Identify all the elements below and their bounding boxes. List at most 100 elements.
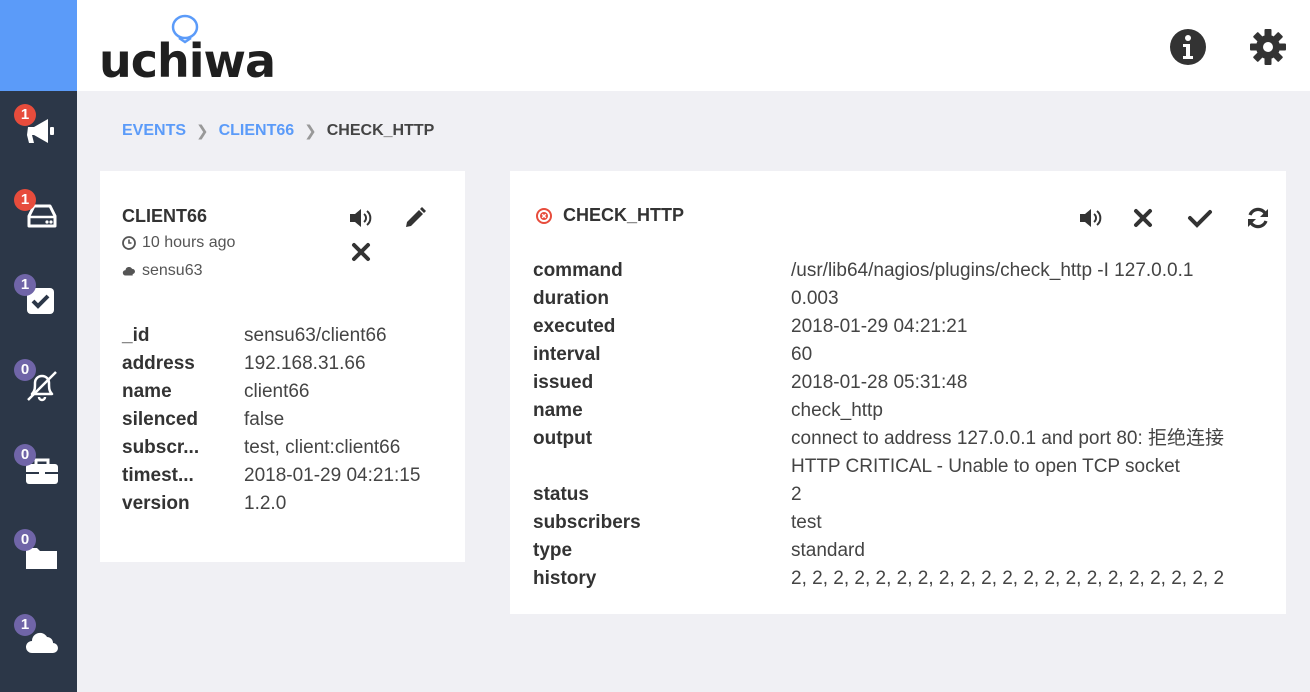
detail-value: check_http bbox=[791, 400, 883, 421]
datacenters-count-badge: 1 bbox=[14, 614, 36, 636]
client-title: CLIENT66 bbox=[122, 206, 208, 226]
breadcrumb-client-link[interactable]: CLIENT66 bbox=[219, 122, 295, 140]
detail-key: name bbox=[533, 400, 583, 421]
detail-key: duration bbox=[533, 288, 609, 309]
detail-key: version bbox=[122, 493, 190, 514]
detail-row: address 192.168.31.66 bbox=[122, 350, 420, 378]
detail-key: executed bbox=[533, 316, 616, 337]
silenced-count-badge: 0 bbox=[14, 359, 36, 381]
detail-key bbox=[533, 453, 791, 481]
delete-client-button[interactable] bbox=[348, 239, 374, 265]
detail-row: interval 60 bbox=[533, 341, 1224, 369]
detail-row: output connect to address 127.0.0.1 and p… bbox=[533, 425, 1224, 453]
cloud-icon bbox=[122, 266, 135, 276]
detail-key: silenced bbox=[122, 409, 199, 430]
datacenter-text: sensu63 bbox=[142, 262, 203, 279]
detail-row: name check_http bbox=[533, 397, 1224, 425]
detail-row: version 1.2.0 bbox=[122, 490, 420, 518]
gear-icon[interactable] bbox=[1249, 28, 1287, 66]
edit-client-button[interactable] bbox=[402, 205, 428, 231]
breadcrumb: EVENTS ❯ CLIENT66 ❯ CHECK_HTTP bbox=[122, 122, 434, 140]
detail-value: 192.168.31.66 bbox=[244, 353, 366, 374]
detail-value: connect to address 127.0.0.1 and port 80… bbox=[791, 428, 1225, 449]
top-header: uchiwa bbox=[77, 0, 1310, 91]
sidebar-item-datacenters[interactable]: 1 bbox=[0, 611, 77, 671]
detail-value: 2018-01-29 04:21:21 bbox=[791, 316, 968, 337]
detail-key: subscr... bbox=[122, 437, 200, 458]
detail-row: timest... 2018-01-29 04:21:15 bbox=[122, 462, 420, 490]
client-datacenter: sensu63 bbox=[122, 262, 203, 280]
detail-row: HTTP CRITICAL - Unable to open TCP socke… bbox=[533, 453, 1224, 481]
detail-key: name bbox=[122, 381, 172, 402]
detail-key: _id bbox=[122, 325, 150, 346]
chevron-right-icon: ❯ bbox=[196, 123, 209, 140]
detail-value: false bbox=[244, 409, 285, 430]
detail-key: history bbox=[533, 568, 597, 589]
detail-row: command/usr/lib64/nagios/plugins/check_h… bbox=[533, 257, 1224, 285]
events-count-badge: 1 bbox=[14, 104, 36, 126]
checks-count-badge: 1 bbox=[14, 274, 36, 296]
detail-row: duration 0.003 bbox=[533, 285, 1224, 313]
breadcrumb-events-link[interactable]: EVENTS bbox=[122, 122, 186, 140]
detail-row: history 2, 2, 2, 2, 2, 2, 2, 2, 2, 2, 2, … bbox=[533, 565, 1224, 593]
detail-value: /usr/lib64/nagios/plugins/check_http -I … bbox=[791, 260, 1194, 281]
detail-key: type bbox=[533, 540, 573, 561]
silence-check-button[interactable] bbox=[1078, 205, 1104, 231]
breadcrumb-current: CHECK_HTTP bbox=[326, 122, 435, 139]
sidebar-item-checks[interactable]: 1 bbox=[0, 271, 77, 331]
critical-status-icon bbox=[536, 207, 552, 224]
silence-client-button[interactable] bbox=[348, 205, 374, 231]
detail-value: sensu63/client66 bbox=[244, 325, 387, 346]
check-title: CHECK_HTTP bbox=[536, 205, 684, 226]
last-seen-text: 10 hours ago bbox=[142, 234, 236, 251]
aggregates-count-badge: 0 bbox=[14, 444, 36, 466]
delete-check-button[interactable] bbox=[1130, 205, 1156, 231]
checkmark-icon bbox=[1188, 210, 1212, 228]
volume-icon bbox=[1080, 209, 1102, 227]
detail-row: issued 2018-01-28 05:31:48 bbox=[533, 369, 1224, 397]
resolve-check-button[interactable] bbox=[1187, 205, 1213, 231]
detail-key: issued bbox=[533, 372, 594, 393]
detail-value: client66 bbox=[244, 381, 310, 402]
detail-key: timest... bbox=[122, 465, 194, 486]
detail-value: 1.2.0 bbox=[244, 493, 287, 514]
sidebar-item-silenced[interactable]: 0 bbox=[0, 356, 77, 416]
detail-row: type standard bbox=[533, 537, 1224, 565]
refresh-icon bbox=[1248, 207, 1268, 229]
detail-value: 2018-01-28 05:31:48 bbox=[791, 372, 968, 393]
clock-icon bbox=[122, 236, 136, 250]
clients-count-badge: 1 bbox=[14, 189, 36, 211]
check-card: CHECK_HTTP command/usr/lib64/nagios/plug… bbox=[510, 171, 1286, 614]
detail-value: standard bbox=[791, 540, 865, 561]
stashes-count-badge: 0 bbox=[14, 529, 36, 551]
detail-key: status bbox=[533, 484, 589, 505]
detail-row: silenced false bbox=[122, 406, 420, 434]
logo-text: uchiwa bbox=[99, 34, 276, 88]
detail-key: command bbox=[533, 260, 623, 281]
sidebar-header bbox=[0, 0, 77, 91]
detail-row: subscr... test, client:client66 bbox=[122, 434, 420, 462]
detail-value: 0.003 bbox=[791, 288, 839, 309]
detail-key: address bbox=[122, 353, 195, 374]
volume-icon bbox=[350, 209, 372, 227]
detail-value: test bbox=[791, 512, 822, 533]
detail-row: _id sensu63/client66 bbox=[122, 322, 420, 350]
rerun-check-button[interactable] bbox=[1245, 205, 1271, 231]
check-title-text: CHECK_HTTP bbox=[563, 205, 685, 225]
detail-value: 2, 2, 2, 2, 2, 2, 2, 2, 2, 2, 2, 2, 2, 2… bbox=[791, 568, 1225, 589]
detail-row: name client66 bbox=[122, 378, 420, 406]
sidebar-item-stashes[interactable]: 0 bbox=[0, 526, 77, 586]
detail-key: output bbox=[533, 428, 593, 449]
sidebar-item-clients[interactable]: 1 bbox=[0, 186, 77, 246]
sidebar-item-events[interactable]: 1 bbox=[0, 101, 77, 161]
detail-value: 2 bbox=[791, 484, 802, 505]
sidebar-item-aggregates[interactable]: 0 bbox=[0, 441, 77, 501]
detail-key: subscribers bbox=[533, 512, 641, 533]
check-details: command/usr/lib64/nagios/plugins/check_h… bbox=[533, 257, 1224, 593]
client-last-seen: 10 hours ago bbox=[122, 234, 235, 252]
detail-key: interval bbox=[533, 344, 601, 365]
info-circle-icon[interactable] bbox=[1169, 28, 1207, 66]
detail-value: test, client:client66 bbox=[244, 437, 401, 458]
chevron-right-icon: ❯ bbox=[304, 123, 317, 140]
uchiwa-logo[interactable]: uchiwa bbox=[99, 14, 276, 88]
